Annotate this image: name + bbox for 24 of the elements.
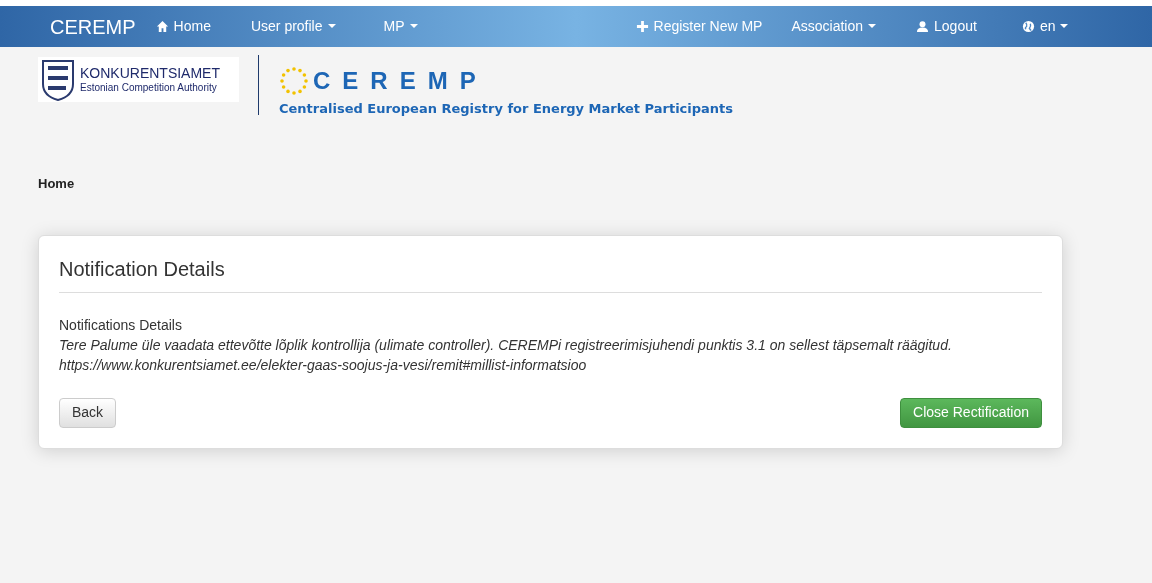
back-button[interactable]: Back xyxy=(59,397,117,428)
brand-link[interactable]: CEREMP xyxy=(50,11,136,42)
registry-name: CEREMP xyxy=(312,66,488,96)
nav-link[interactable]: Association xyxy=(791,16,877,37)
message-text: https://www.konkurentsiamet.ee/elekter-gaas-soojus-ja-vesi/remit#millist-informatsioo xyxy=(59,355,588,375)
nav-link[interactable]: MP xyxy=(383,16,418,37)
registry-subtitle: Centralised European Registry for Energy Market Participants xyxy=(279,100,734,118)
message-text: Tere Palume üle vaadata ettevõtte lõplik kontrollija (ulimate controller). CEREMPi registreerimisjuhendi punktis 3.1 on sellest täpsemalt räägitud. xyxy=(59,335,953,355)
panel-title: Notification Details xyxy=(59,256,226,282)
close-rectification-button[interactable]: Close Rectification xyxy=(900,397,1042,428)
section-label: Notifications Details xyxy=(59,315,183,335)
plus-icon xyxy=(635,20,649,33)
breadcrumb-link[interactable]: Home xyxy=(38,175,75,191)
home-icon xyxy=(155,20,169,33)
user-icon xyxy=(916,20,930,33)
nav-link[interactable]: Register New MP xyxy=(635,16,763,37)
globe-icon xyxy=(1021,20,1035,33)
nav-link[interactable]: Home xyxy=(155,16,211,37)
nav-link[interactable]: Logout xyxy=(916,16,977,37)
nav-link[interactable]: en xyxy=(1021,16,1069,37)
authority-subtitle: Estonian Competition Authority xyxy=(80,82,218,95)
authority-name: KONKURENTSIAMET xyxy=(80,64,220,82)
nav-link[interactable]: User profile xyxy=(250,16,336,37)
stars-circle-icon xyxy=(279,66,309,96)
